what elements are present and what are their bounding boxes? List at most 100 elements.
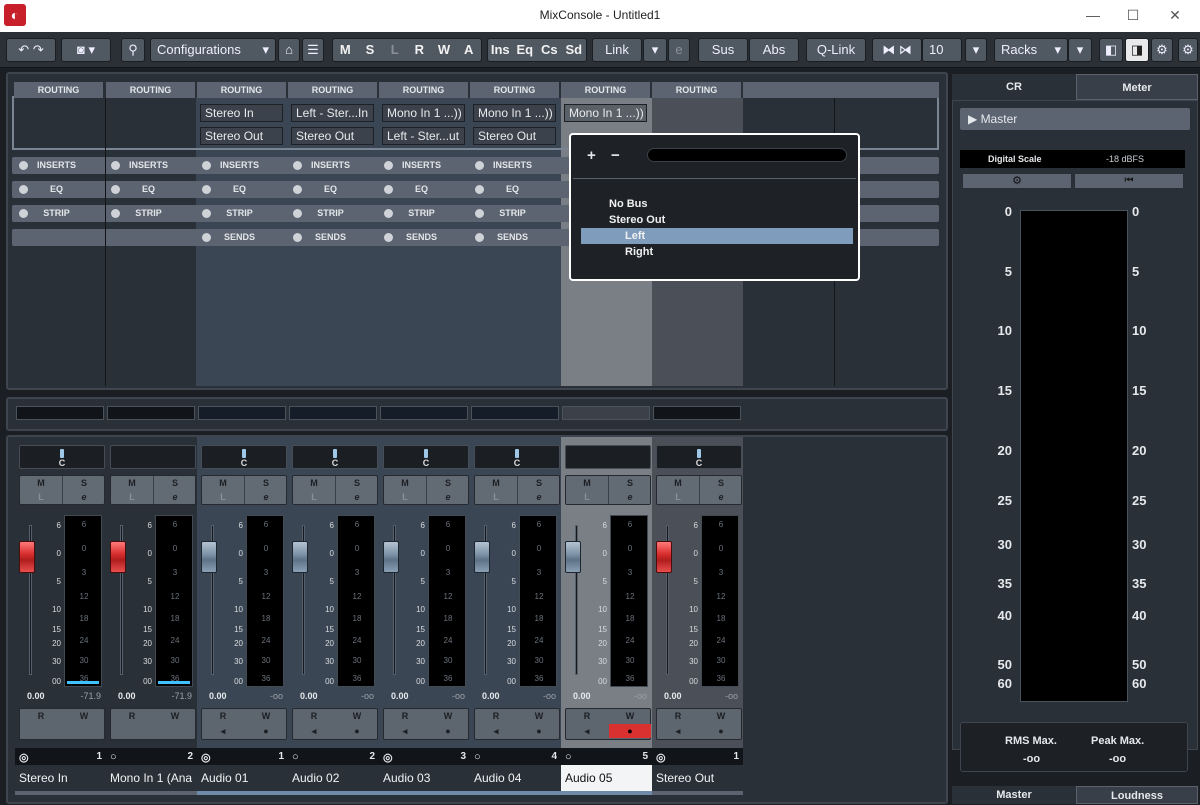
read-automation-button[interactable]: R: [384, 709, 426, 723]
digital-scale-bar[interactable]: Digital Scale -18 dBFS: [960, 150, 1185, 168]
write-automation-button[interactable]: W: [518, 709, 560, 723]
fader-handle[interactable]: [201, 541, 217, 573]
link-button[interactable]: Link: [592, 38, 642, 62]
inserts-toggle[interactable]: INSERTS: [377, 157, 466, 174]
routing-header[interactable]: ROUTING: [470, 82, 559, 98]
listen-button[interactable]: L: [657, 490, 699, 504]
pan-control[interactable]: [565, 445, 651, 469]
inserts-toggle[interactable]: INSERTS: [12, 157, 101, 174]
tab-loudness[interactable]: Loudness: [1076, 786, 1198, 804]
listen-button[interactable]: L: [384, 490, 426, 504]
strip-toggle[interactable]: STRIP: [195, 205, 284, 222]
link-dropdown[interactable]: ▾: [643, 38, 667, 62]
popup-item-right[interactable]: Right: [625, 246, 653, 258]
pan-control[interactable]: C: [292, 445, 378, 469]
mute-button[interactable]: M: [475, 476, 517, 490]
solo-button[interactable]: S: [63, 476, 105, 490]
pan-control[interactable]: C: [201, 445, 287, 469]
volume-value[interactable]: 0.00: [209, 691, 227, 701]
volume-value[interactable]: 0.00: [482, 691, 500, 701]
sends-toggle[interactable]: SENDS: [377, 229, 466, 246]
solo-button[interactable]: S: [336, 476, 378, 490]
reset-meter-icon[interactable]: ⏮: [1074, 173, 1184, 189]
listen-button[interactable]: L: [293, 490, 335, 504]
listen-button[interactable]: L: [566, 490, 608, 504]
fader-handle[interactable]: [565, 541, 581, 573]
pan-control[interactable]: C: [474, 445, 560, 469]
fader-handle[interactable]: [656, 541, 672, 573]
gear-icon[interactable]: ⚙: [1178, 38, 1198, 62]
master-selector[interactable]: ▶ Master: [960, 108, 1190, 130]
routing-header[interactable]: ROUTING: [379, 82, 468, 98]
write-automation-button[interactable]: W: [245, 709, 287, 723]
tab-master[interactable]: Master: [952, 786, 1076, 804]
popup-item-stereo-out[interactable]: Stereo Out: [609, 214, 665, 226]
channel-picture[interactable]: [380, 406, 468, 420]
edit-channel-button[interactable]: e: [518, 490, 560, 504]
sends-toggle[interactable]: SENDS: [195, 229, 284, 246]
record-icon[interactable]: ●: [336, 724, 378, 738]
eq-toggle[interactable]: EQ: [468, 181, 557, 198]
monitor-icon[interactable]: ◂: [566, 724, 608, 738]
channel-name[interactable]: Audio 05: [561, 765, 652, 791]
mute-button[interactable]: M: [111, 476, 153, 490]
channel-width-button[interactable]: ⧓ ⧒: [872, 38, 922, 62]
inserts-toggle[interactable]: INSERTS: [468, 157, 557, 174]
global-read-button[interactable]: R: [407, 39, 432, 61]
mute-button[interactable]: M: [20, 476, 62, 490]
add-bus-icon[interactable]: +: [587, 147, 596, 164]
eq-toggle[interactable]: EQ: [377, 181, 466, 198]
volume-value[interactable]: 0.00: [391, 691, 409, 701]
strip-toggle[interactable]: STRIP: [12, 205, 101, 222]
read-automation-button[interactable]: R: [20, 709, 62, 723]
channel-name[interactable]: Audio 04: [470, 765, 561, 791]
volume-value[interactable]: 0.00: [118, 691, 136, 701]
global-solo-button[interactable]: S: [358, 39, 383, 61]
eq-toggle[interactable]: EQ: [104, 181, 193, 198]
mute-button[interactable]: M: [202, 476, 244, 490]
pan-control[interactable]: C: [383, 445, 469, 469]
peak-value[interactable]: -oo: [452, 691, 465, 701]
volume-value[interactable]: 0.00: [300, 691, 318, 701]
sus-button[interactable]: Sus: [698, 38, 748, 62]
racks-dropdown[interactable]: Racks ▾: [994, 38, 1068, 62]
solo-button[interactable]: S: [609, 476, 651, 490]
mute-button[interactable]: M: [657, 476, 699, 490]
peak-value[interactable]: -71.9: [171, 691, 192, 701]
inserts-toggle[interactable]: INSERTS: [104, 157, 193, 174]
volume-value[interactable]: 0.00: [573, 691, 591, 701]
monitor-icon[interactable]: ◂: [475, 724, 517, 738]
bypass-ins-button[interactable]: Ins: [488, 39, 513, 61]
listen-button[interactable]: L: [202, 490, 244, 504]
sends-toggle[interactable]: SENDS: [468, 229, 557, 246]
peak-value[interactable]: -oo: [361, 691, 374, 701]
undo-icon[interactable]: ↶: [18, 42, 29, 57]
write-automation-button[interactable]: W: [427, 709, 469, 723]
inserts-toggle[interactable]: INSERTS: [286, 157, 375, 174]
strip-toggle[interactable]: STRIP: [468, 205, 557, 222]
edit-channel-button[interactable]: e: [427, 490, 469, 504]
peak-value[interactable]: -oo: [270, 691, 283, 701]
read-automation-button[interactable]: R: [293, 709, 335, 723]
strip-toggle[interactable]: STRIP: [377, 205, 466, 222]
output-routing-slot[interactable]: Stereo Out: [200, 127, 283, 145]
global-write-button[interactable]: W: [432, 39, 457, 61]
bus-search-input[interactable]: [647, 148, 847, 162]
solo-button[interactable]: S: [427, 476, 469, 490]
record-icon[interactable]: ●: [609, 724, 651, 738]
channel-picture[interactable]: [289, 406, 377, 420]
edit-channel-button[interactable]: e: [336, 490, 378, 504]
bypass-sd-button[interactable]: Sd: [562, 39, 587, 61]
right-zone-icon[interactable]: ◨: [1125, 38, 1149, 62]
record-icon[interactable]: ●: [245, 724, 287, 738]
fader-handle[interactable]: [110, 541, 126, 573]
maximize-icon[interactable]: ☐: [1118, 4, 1148, 26]
record-icon[interactable]: ●: [700, 724, 742, 738]
sends-toggle[interactable]: SENDS: [286, 229, 375, 246]
peak-value[interactable]: -oo: [634, 691, 647, 701]
popup-item-left[interactable]: Left: [625, 230, 645, 242]
channel-name[interactable]: Stereo In: [15, 765, 106, 791]
remove-bus-icon[interactable]: −: [611, 147, 620, 164]
strip-toggle[interactable]: STRIP: [286, 205, 375, 222]
solo-button[interactable]: S: [245, 476, 287, 490]
